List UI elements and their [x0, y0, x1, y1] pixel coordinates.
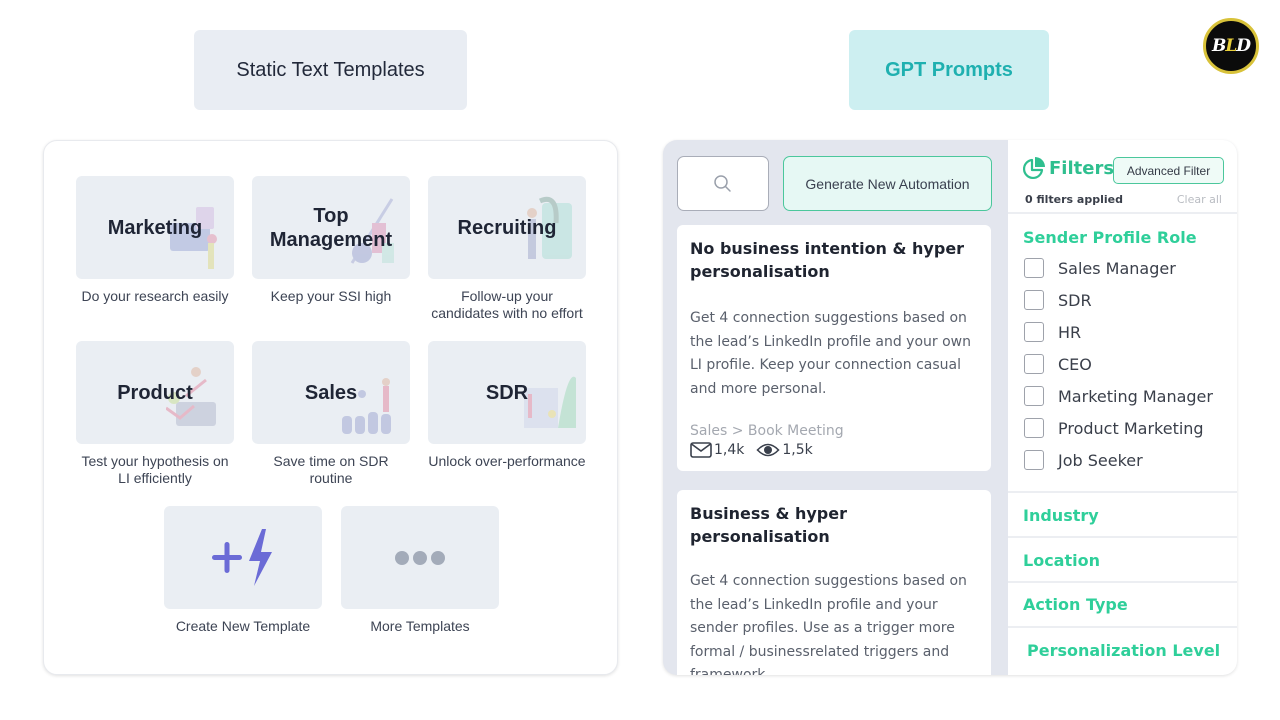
role-label: Product Marketing	[1058, 418, 1204, 438]
template-sales[interactable]: Sales Save time on SDR routine	[252, 341, 410, 487]
template-title: SDR	[485, 381, 529, 404]
brand-logo: BLD	[1203, 18, 1259, 74]
logo-letter: B	[1211, 36, 1226, 56]
generate-new-automation-button[interactable]: Generate New Automation	[783, 156, 992, 211]
template-sdr[interactable]: SDR Unlock over-performance	[428, 341, 586, 470]
template-card[interactable]	[164, 506, 322, 609]
role-option[interactable]: SDR	[1024, 290, 1092, 310]
role-label: SDR	[1058, 290, 1092, 310]
template-description: Test your hypothesis on LI efficiently	[81, 453, 229, 486]
prompt-card[interactable]: No business intention & hyper personalis…	[677, 225, 991, 471]
gpt-prompts-panel: Generate New Automation No business inte…	[663, 140, 1237, 675]
filter-section-location[interactable]: Location	[1023, 551, 1100, 570]
clear-all-link[interactable]: Clear all	[1177, 193, 1222, 206]
template-card[interactable]: Marketing	[76, 176, 234, 279]
template-card[interactable]	[341, 506, 499, 609]
template-title: Sales	[304, 381, 358, 404]
template-recruiting[interactable]: Recruiting Follow-up your candidates wit…	[428, 176, 586, 322]
views-count: 1,5k	[782, 442, 813, 458]
role-option[interactable]: Job Seeker	[1024, 450, 1143, 470]
template-card[interactable]: Product	[76, 341, 234, 444]
filter-section-industry[interactable]: Industry	[1023, 506, 1099, 525]
prompt-title: No business intention & hyper personalis…	[690, 239, 965, 281]
divider	[1008, 491, 1237, 493]
template-title: Product	[117, 381, 193, 404]
create-new-template-button[interactable]: Create New Template	[164, 506, 322, 635]
template-description: Follow-up your candidates with no effort	[431, 288, 583, 321]
prompt-title: Business & hyper personalisation	[690, 504, 847, 546]
template-product[interactable]: Product Test your hypothesis on LI effic…	[76, 341, 234, 487]
role-label: CEO	[1058, 354, 1092, 374]
checkbox[interactable]	[1024, 354, 1044, 374]
divider	[1008, 536, 1237, 538]
role-option[interactable]: Marketing Manager	[1024, 386, 1213, 406]
template-description: Unlock over-performance	[428, 453, 586, 469]
template-top-management[interactable]: Top Management Keep your SSI high	[252, 176, 410, 305]
more-dots-icon	[395, 550, 445, 565]
prompt-category: Sales > Book Meeting	[690, 423, 844, 439]
filters-title: Filters	[1049, 157, 1115, 179]
template-card[interactable]: SDR	[428, 341, 586, 444]
filter-section-action-type[interactable]: Action Type	[1023, 595, 1128, 614]
role-label: HR	[1058, 322, 1082, 342]
template-title: Top Management	[269, 204, 393, 251]
advanced-filter-button[interactable]: Advanced Filter	[1113, 157, 1224, 184]
checkbox[interactable]	[1024, 290, 1044, 310]
template-description: More Templates	[370, 618, 470, 634]
static-templates-panel: Marketing Do your research easily Top Ma…	[43, 140, 618, 675]
template-description: Create New Template	[175, 618, 311, 634]
checkbox[interactable]	[1024, 450, 1044, 470]
prompt-description: Get 4 connection suggestions based on th…	[690, 310, 971, 397]
logo-letter: D	[1236, 36, 1251, 56]
checkbox[interactable]	[1024, 322, 1044, 342]
filter-section-personalization-level[interactable]: Personalization Level	[1027, 641, 1220, 660]
eye-icon	[756, 443, 780, 457]
sent-count: 1,4k	[714, 442, 745, 458]
template-description: Save time on SDR routine	[273, 453, 389, 486]
template-description: Keep your SSI high	[270, 288, 392, 304]
logo-letter: L	[1225, 36, 1237, 56]
tab-gpt-prompts[interactable]: GPT Prompts	[849, 30, 1049, 110]
template-card[interactable]: Sales	[252, 341, 410, 444]
filters-applied-count: 0 filters applied	[1025, 193, 1123, 206]
prompt-description: Get 4 connection suggestions based on th…	[690, 573, 967, 675]
role-option[interactable]: CEO	[1024, 354, 1092, 374]
prompt-card[interactable]: Business & hyper personalisation Get 4 c…	[677, 490, 991, 675]
template-marketing[interactable]: Marketing Do your research easily	[76, 176, 234, 305]
filters-sidebar: Filters Advanced Filter 0 filters applie…	[1008, 140, 1237, 675]
prompt-stats: 1,4k 1,5k	[690, 441, 978, 459]
role-option[interactable]: HR	[1024, 322, 1081, 342]
template-title: Marketing	[107, 216, 203, 239]
filters-header: Filters	[1022, 156, 1114, 180]
checkbox[interactable]	[1024, 258, 1044, 278]
role-label: Job Seeker	[1058, 450, 1143, 470]
template-card[interactable]: Recruiting	[428, 176, 586, 279]
search-button[interactable]	[677, 156, 769, 211]
more-templates-button[interactable]: More Templates	[341, 506, 499, 635]
checkbox[interactable]	[1024, 386, 1044, 406]
checkbox[interactable]	[1024, 418, 1044, 438]
pie-chart-icon	[1023, 157, 1045, 179]
divider	[1008, 626, 1237, 628]
search-icon	[714, 174, 731, 192]
tab-static-text-templates[interactable]: Static Text Templates	[194, 30, 467, 110]
role-option[interactable]: Product Marketing	[1024, 418, 1204, 438]
template-description: Do your research easily	[81, 288, 229, 304]
template-title: Recruiting	[457, 216, 557, 239]
divider	[1008, 212, 1237, 214]
plus-lightning-icon	[212, 528, 272, 586]
divider	[1008, 581, 1237, 583]
role-option[interactable]: Sales Manager	[1024, 258, 1176, 278]
template-card[interactable]: Top Management	[252, 176, 410, 279]
role-label: Sales Manager	[1058, 258, 1176, 278]
envelope-icon	[690, 442, 712, 458]
sender-profile-role-heading[interactable]: Sender Profile Role	[1023, 228, 1197, 247]
role-label: Marketing Manager	[1058, 386, 1213, 406]
